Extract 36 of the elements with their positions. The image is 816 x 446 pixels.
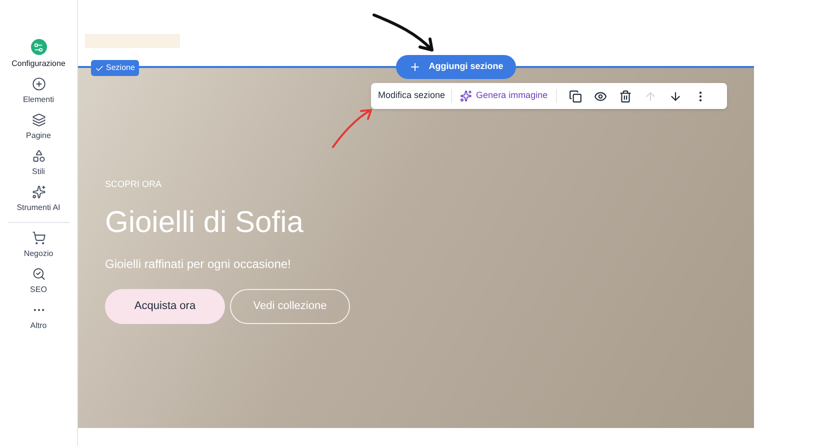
sidebar-item[interactable]: Stili <box>0 148 76 179</box>
add-section-button[interactable]: Aggiungi sezione <box>396 55 516 79</box>
up-icon <box>644 90 657 102</box>
sidebar-item[interactable]: Altro <box>0 302 76 333</box>
delete-button[interactable] <box>618 90 632 102</box>
down-icon <box>668 90 682 102</box>
section-tag[interactable]: Sezione <box>91 60 139 76</box>
generate-image-button[interactable]: Genera immagine <box>452 89 557 103</box>
sidebar-item[interactable]: Negozio <box>0 230 76 261</box>
buy-button[interactable]: Acquista ora <box>105 289 225 324</box>
sparkles-icon <box>460 90 472 102</box>
hero-subtitle: Gioielli raffinati per ogni occasione! <box>105 256 291 273</box>
move-down-button[interactable] <box>668 90 682 102</box>
preview-button[interactable] <box>594 90 607 102</box>
copy-icon <box>568 90 582 102</box>
cart-icon <box>32 231 46 245</box>
sidebar-item[interactable]: SEO <box>0 266 76 297</box>
settings-icon <box>30 39 46 55</box>
trash-icon <box>618 90 632 102</box>
layers-icon <box>32 113 46 127</box>
sidebar-item[interactable]: Elementi <box>0 76 76 107</box>
hero-title: Gioielli di Sofia <box>105 204 304 240</box>
sidebar-item[interactable]: Strumenti AI <box>0 184 76 215</box>
eye-icon <box>594 90 607 102</box>
edit-section-button[interactable]: Modifica sezione <box>378 89 452 103</box>
plus-icon <box>408 61 421 73</box>
plus-circle-icon <box>32 77 46 91</box>
search-icon <box>32 267 46 281</box>
sidebar-item[interactable]: Pagine <box>0 112 76 143</box>
check-icon <box>95 64 104 72</box>
eyebrow-text: SCOPRI ORA <box>105 178 162 191</box>
sidebar-item[interactable]: Configurazione <box>0 38 76 71</box>
sparkles-icon <box>32 185 46 199</box>
pointer-arrow-drawing <box>331 107 375 149</box>
duplicate-button[interactable] <box>568 90 582 102</box>
shapes-icon <box>32 149 46 163</box>
